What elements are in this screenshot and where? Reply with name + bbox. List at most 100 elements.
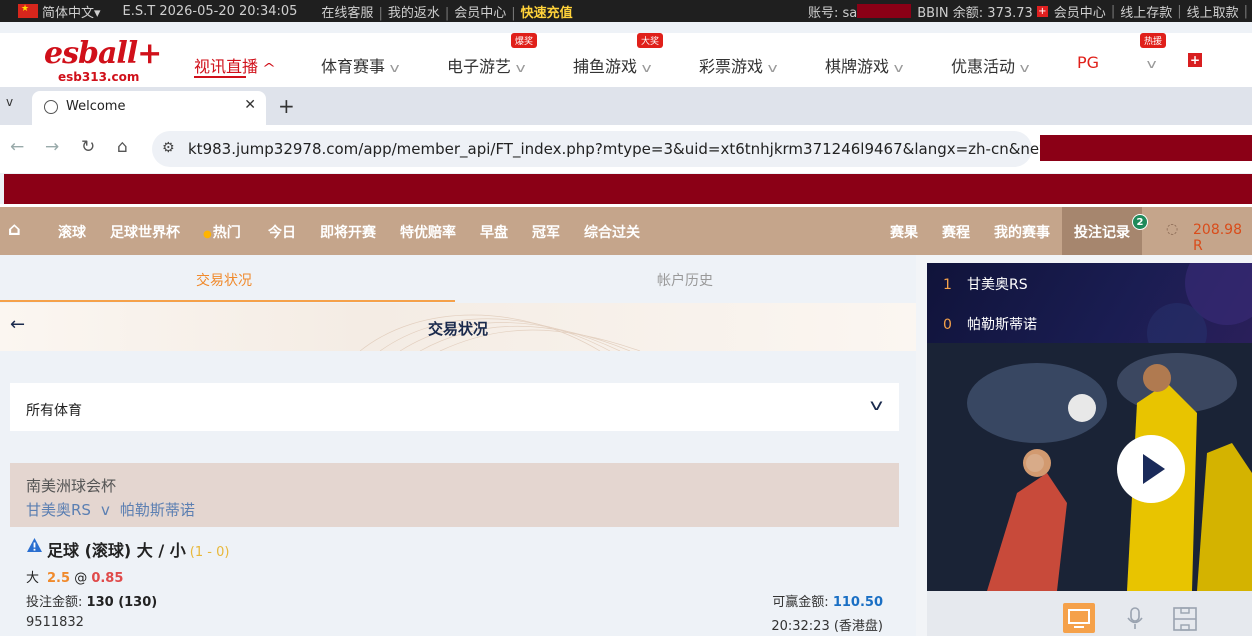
url-text: kt983.jump32978.com/app/member_api/FT_in… <box>188 140 1120 158</box>
forward-icon[interactable]: → <box>45 137 59 157</box>
vs-label: v <box>100 501 110 519</box>
link-member-center[interactable]: 会员中心 <box>454 6 506 21</box>
home-icon[interactable]: ⌂ <box>8 219 21 240</box>
redacted-account <box>857 4 912 18</box>
china-flag-icon <box>18 4 38 18</box>
nav-hot[interactable]: 热援 v <box>1140 33 1167 72</box>
browser-tab[interactable]: Welcome ✕ <box>32 91 266 125</box>
potential-win: 可赢金额: 110.50 <box>772 595 883 610</box>
scoreboard: 1 甘美奥RS 0 帕勒斯蒂诺 <box>927 263 1252 343</box>
score-row-home: 1 甘美奥RS <box>943 277 1028 293</box>
link-withdraw[interactable]: 线上取款 <box>1187 2 1239 21</box>
stake-amount: 投注金额: 130 (130) <box>26 595 158 610</box>
badge-big-prize: 大奖 <box>637 33 664 48</box>
field-icon[interactable] <box>1169 603 1201 633</box>
address-row: ← → ↻ ⌂ ⚙ kt983.jump32978.com/app/member… <box>0 125 1252 173</box>
mic-icon[interactable] <box>1119 603 1151 633</box>
link-member-center-right[interactable]: 会员中心 <box>1054 2 1106 21</box>
sport-tab-special-odds[interactable]: 特优赔率 <box>400 222 456 242</box>
link-quick-topup[interactable]: 快速充值 <box>521 6 573 21</box>
chevron-down-icon: ▾ <box>94 5 101 21</box>
nav-fishing[interactable]: 大奖 捕鱼游戏 v <box>573 33 664 77</box>
logo[interactable]: esball+ esb313.com <box>44 36 162 85</box>
language-select[interactable]: 简体中文▾ <box>42 2 101 21</box>
match-score: (1 - 0) <box>189 545 230 560</box>
tune-icon[interactable]: ⚙ <box>162 140 175 156</box>
sport-tab-outright[interactable]: 冠军 <box>532 222 560 242</box>
site-header: esball+ esb313.com 视讯直播 ^ 体育赛事 v 爆奖 电子游艺 v 大… <box>0 33 1252 87</box>
chevron-down-icon: v <box>515 61 526 75</box>
nav-slots[interactable]: 爆奖 电子游艺 v <box>447 33 538 77</box>
bet-record-label: 投注记录 <box>1074 225 1130 241</box>
bet-line: 2.5 <box>47 571 71 586</box>
sport-tab-inplay[interactable]: 滚球 <box>58 222 86 242</box>
badge-hot: 热援 <box>1140 33 1167 48</box>
play-icon[interactable] <box>1117 435 1185 503</box>
plus-icon[interactable]: + <box>1036 5 1048 17</box>
tv-icon[interactable] <box>1063 603 1095 633</box>
sport-tab-schedule[interactable]: 赛程 <box>942 222 970 242</box>
balance-label: BBIN 余额: 373.73 <box>917 5 1033 21</box>
warning-icon <box>27 538 42 552</box>
match-teams: 甘美奥RS v 帕勒斯蒂诺 <box>26 499 195 520</box>
browser-tab-strip: v Welcome ✕ + <box>0 87 1252 125</box>
top-bar: 简体中文▾ E.S.T 2026-05-20 20:34:05 在线客服|我的返… <box>0 0 1252 22</box>
bet-card-header: 南美洲球会杯 甘美奥RS v 帕勒斯蒂诺 <box>10 463 899 527</box>
sport-filter-select[interactable]: 所有体育 v <box>10 383 899 431</box>
nav-chess[interactable]: 棋牌游戏 v <box>825 53 904 77</box>
redacted-banner <box>4 174 1252 204</box>
title-bar: ← 交易状况 <box>0 303 916 351</box>
bet-record-tab[interactable]: 投注记录 2 <box>1062 207 1148 255</box>
sport-tab-my-events[interactable]: 我的赛事 <box>994 222 1050 242</box>
ticket-id: 9511832 <box>26 615 84 630</box>
reload-icon[interactable]: ↻ <box>81 137 95 157</box>
language-label: 简体中文 <box>42 5 95 21</box>
close-icon[interactable]: ✕ <box>244 97 256 113</box>
chevron-up-icon: ^ <box>262 61 277 75</box>
logo-brand: esball+ <box>44 36 162 71</box>
nav-live-casino[interactable]: 视讯直播 ^ <box>194 53 277 78</box>
chevron-down-icon: v <box>389 61 400 75</box>
link-customer-service[interactable]: 在线客服 <box>321 6 373 21</box>
redacted-area <box>1040 135 1252 161</box>
sport-filter-value: 所有体育 <box>26 403 82 419</box>
home-icon[interactable]: ⌂ <box>117 137 128 157</box>
tab-list-chevron-icon[interactable]: v <box>6 95 13 109</box>
video-player[interactable] <box>927 343 1252 591</box>
video-poster <box>927 343 1252 591</box>
sport-tab-results[interactable]: 赛果 <box>890 222 918 242</box>
score-row-away: 0 帕勒斯蒂诺 <box>943 317 1037 333</box>
sport-tab-early[interactable]: 早盘 <box>480 222 508 242</box>
badge-jackpot: 爆奖 <box>511 33 538 48</box>
sport-tab-upcoming[interactable]: 即将开赛 <box>320 222 376 242</box>
bet-time: 20:32:23 (香港盘) <box>771 619 883 634</box>
away-team: 帕勒斯蒂诺 <box>119 501 195 519</box>
link-rebate[interactable]: 我的返水 <box>388 6 440 21</box>
back-icon[interactable]: ← <box>10 137 24 157</box>
bet-card-body: 足球 (滚球) 大 / 小 (1 - 0) 大 2.5 @ 0.85 投注金额: 1… <box>10 527 899 636</box>
tab-account-history[interactable]: 帐户历史 <box>657 270 713 290</box>
datetime: E.S.T 2026-05-20 20:34:05 <box>122 3 298 19</box>
nav-lottery[interactable]: 彩票游戏 v <box>699 53 778 77</box>
active-tab-indicator <box>0 300 455 302</box>
top-links: 在线客服 | 我的返水 | 会员中心 | 快速充值 <box>321 5 573 21</box>
chevron-down-icon: v <box>1019 61 1030 75</box>
video-controls <box>927 591 1252 636</box>
link-deposit[interactable]: 线上存款 <box>1120 2 1172 21</box>
sport-tab-parlay[interactable]: 综合过关 <box>584 222 640 242</box>
nav-sports[interactable]: 体育赛事 v <box>321 53 400 77</box>
nav-promotions[interactable]: 优惠活动 v <box>951 53 1030 77</box>
eye-off-icon[interactable]: ◌ <box>1166 221 1178 237</box>
sport-tab-worldcup[interactable]: 足球世界杯 <box>110 222 180 242</box>
tab-transaction-status[interactable]: 交易状况 <box>196 270 252 290</box>
page-title: 交易状况 <box>427 320 488 338</box>
new-tab-button[interactable]: + <box>278 94 295 118</box>
chevron-down-icon: v <box>869 396 884 414</box>
account-label: 账号: sa <box>808 5 858 21</box>
swiss-flag-icon[interactable]: + <box>1188 53 1202 67</box>
address-bar[interactable]: ⚙ kt983.jump32978.com/app/member_api/FT_… <box>152 131 1120 167</box>
logo-domain: esb313.com <box>58 70 140 84</box>
nav-pg[interactable]: PG <box>1077 53 1099 72</box>
sport-tab-hot[interactable]: ●热门 <box>203 222 241 242</box>
sport-tab-today[interactable]: 今日 <box>268 222 296 242</box>
